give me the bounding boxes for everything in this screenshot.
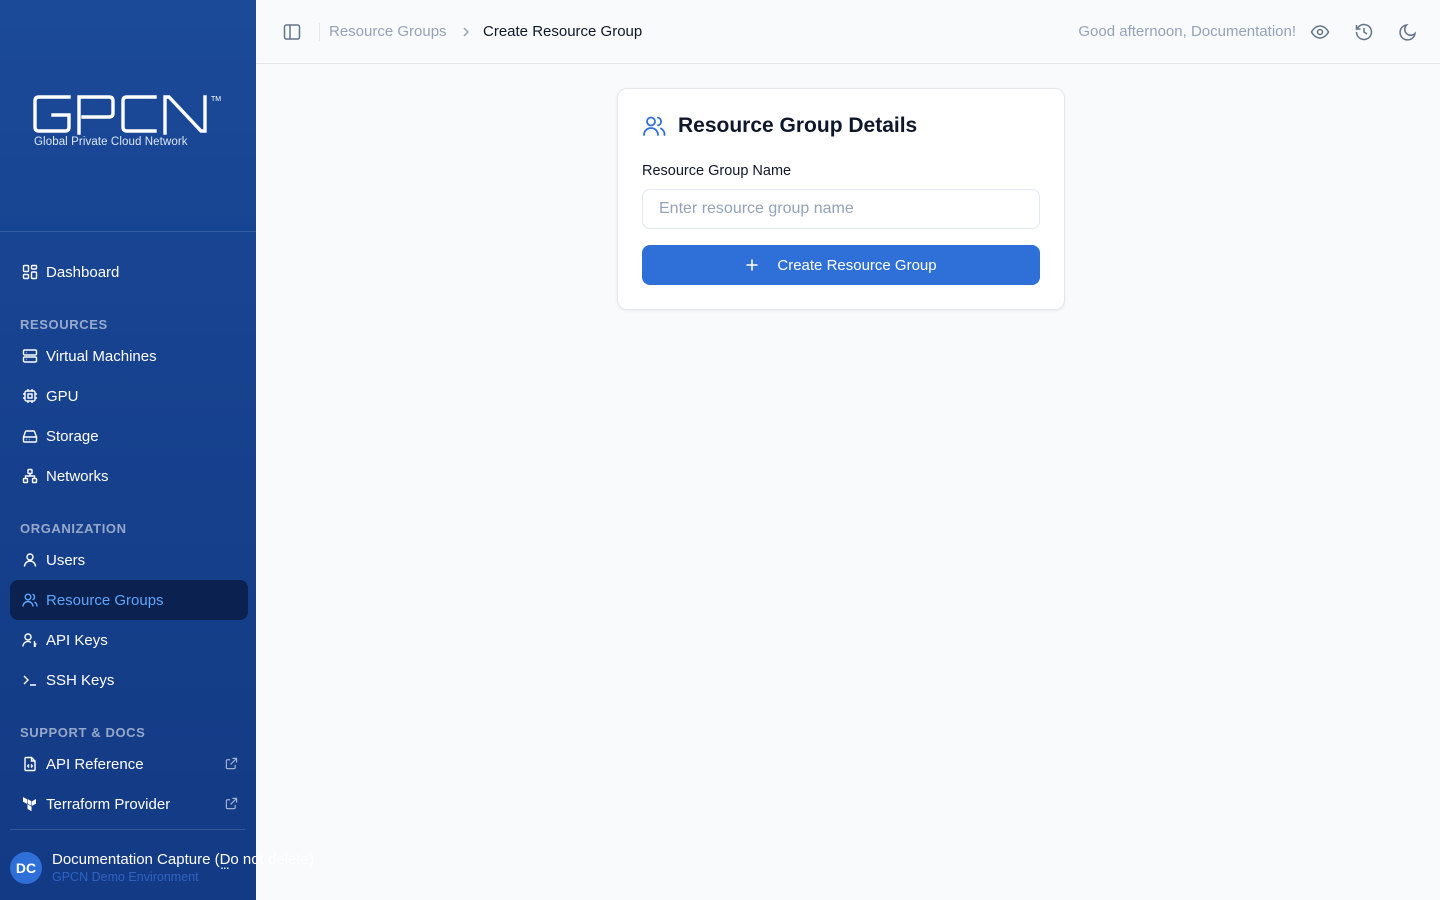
eye-icon[interactable] [1310,22,1330,42]
user-key-icon [22,632,38,648]
sidebar-item-label: Resource Groups [46,591,164,609]
sidebar-item-storage[interactable]: Storage [10,416,248,456]
top-header: Resource Groups Create Resource Group Go… [256,0,1440,64]
users-icon [643,116,666,136]
sidebar-item-networks[interactable]: Networks [10,456,248,496]
sidebar-item-resource-groups[interactable]: Resource Groups [10,580,248,620]
create-resource-group-label: Create Resource Group [777,256,937,274]
section-label-support: SUPPORT & DOCS [20,725,146,740]
user-name: Documentation Capture (Do not delete) [52,851,314,868]
user-menu[interactable]: DC Documentation Capture (Do not delete)… [10,850,350,886]
plus-icon [746,259,758,271]
header-divider [319,23,320,41]
external-link-icon [225,797,238,810]
logo-tagline: Global Private Cloud Network [34,136,188,148]
sidebar: TM Global Private Cloud Network Dashboar… [0,0,314,900]
sidebar-divider [10,829,245,830]
chevron-right-icon [463,27,470,37]
greeting: Good afternoon, Documentation! [1078,23,1296,40]
sidebar-item-virtual-machines[interactable]: Virtual Machines [10,336,248,376]
sidebar-item-users[interactable]: Users [10,540,248,580]
sidebar-item-dashboard[interactable]: Dashboard [10,252,248,292]
section-label-resources: RESOURCES [20,317,108,332]
trademark: TM [211,96,221,103]
sidebar-item-api-keys[interactable]: API Keys [10,620,248,660]
terminal-icon [22,672,38,688]
sidebar-item-label: API Keys [46,631,108,649]
gpcn-logo: TM [33,95,221,135]
sidebar-item-gpu[interactable]: GPU [10,376,248,416]
logo-area: TM Global Private Cloud Network [0,0,256,232]
resource-group-name-input[interactable] [642,189,1040,229]
sidebar-item-label: Users [46,551,86,569]
cpu-icon [22,388,38,404]
external-link-icon [225,757,238,770]
avatar: DC [10,852,42,884]
breadcrumb-resource-groups[interactable]: Resource Groups [329,23,447,40]
sidebar-item-ssh-keys[interactable]: SSH Keys [10,660,248,700]
users-icon [22,592,38,608]
section-label-organization: ORGANIZATION [20,521,127,536]
sidebar-toggle-icon[interactable] [282,22,302,42]
user-environment: GPCN Demo Environment [52,870,199,884]
sidebar-item-label: Virtual Machines [46,347,157,365]
history-icon[interactable] [1354,22,1374,42]
hard-drive-icon [22,428,38,444]
sidebar-item-label: GPU [46,387,79,405]
file-code-icon [22,756,38,772]
sidebar-item-label: SSH Keys [46,671,115,689]
sidebar-item-label: Dashboard [46,263,120,281]
more-icon[interactable]: ... [220,856,230,872]
create-resource-group-button[interactable]: Create Resource Group [642,245,1040,285]
sidebar-item-label: Networks [46,467,109,485]
sidebar-item-label: Storage [46,427,99,445]
terraform-icon [22,796,38,812]
moon-icon[interactable] [1398,22,1418,42]
resource-group-details-card: Resource Group Details Resource Group Na… [617,88,1065,310]
breadcrumb-current: Create Resource Group [483,23,643,40]
dashboard-icon [22,264,38,280]
card-title: Resource Group Details [678,114,918,137]
sidebar-item-terraform-provider[interactable]: Terraform Provider [10,784,248,824]
network-icon [22,468,38,484]
resource-group-name-label: Resource Group Name [642,163,792,179]
server-icon [22,348,38,364]
user-icon [22,552,38,568]
sidebar-item-label: API Reference [46,755,144,773]
sidebar-item-api-reference[interactable]: API Reference [10,744,248,784]
sidebar-item-label: Terraform Provider [46,795,171,813]
